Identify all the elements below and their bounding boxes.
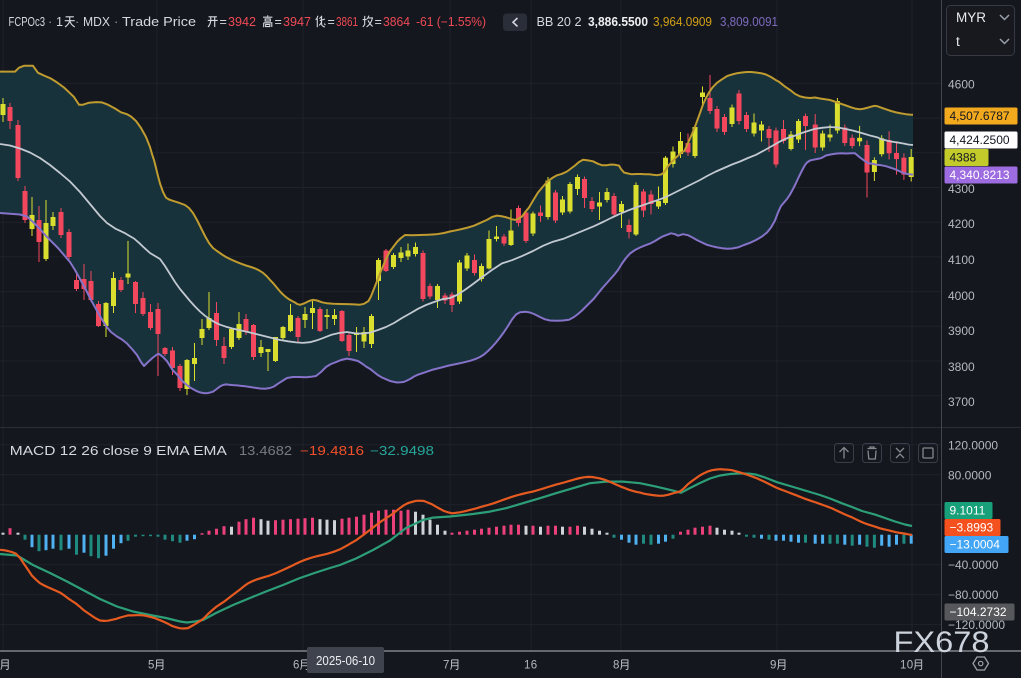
- svg-text:MDX: MDX: [83, 14, 110, 29]
- svg-text:4,340.8213: 4,340.8213: [950, 168, 1010, 182]
- svg-text:·: ·: [48, 14, 52, 29]
- svg-text:=: =: [328, 15, 335, 29]
- svg-text:−80.0000: −80.0000: [948, 588, 999, 602]
- svg-text:MYR: MYR: [956, 10, 986, 25]
- svg-text:3947: 3947: [283, 15, 311, 29]
- svg-text:1: 1: [56, 14, 63, 29]
- svg-text:4,424.2500: 4,424.2500: [950, 133, 1010, 147]
- svg-text:4600: 4600: [948, 78, 975, 92]
- svg-text:4100: 4100: [948, 253, 975, 267]
- svg-text:4,507.6787: 4,507.6787: [950, 109, 1010, 123]
- svg-text:4000: 4000: [948, 289, 975, 303]
- svg-text:−3.8993: −3.8993: [950, 521, 994, 535]
- svg-text:−13.0004: −13.0004: [950, 538, 1001, 552]
- svg-text:1: 1: [900, 660, 906, 672]
- svg-text:Trade Price: Trade Price: [122, 14, 196, 29]
- svg-text:8: 8: [613, 660, 619, 672]
- svg-text:4200: 4200: [948, 217, 975, 231]
- svg-text:=: =: [375, 15, 382, 29]
- svg-text:6: 6: [293, 660, 299, 672]
- svg-text:9: 9: [770, 660, 776, 672]
- svg-text:·: ·: [114, 14, 118, 29]
- svg-text:6: 6: [531, 660, 537, 672]
- svg-text:3,964.0909: 3,964.0909: [653, 14, 712, 29]
- svg-text:13.4682: 13.4682: [239, 444, 292, 458]
- svg-text:=: =: [275, 15, 282, 29]
- svg-text:=: =: [220, 15, 227, 29]
- svg-text:MACD 12 26 close 9 EMA EMA: MACD 12 26 close 9 EMA EMA: [10, 444, 228, 458]
- svg-text:9.1011: 9.1011: [950, 504, 986, 518]
- svg-text:0: 0: [907, 660, 913, 672]
- svg-text:t: t: [956, 34, 960, 49]
- svg-text:80.0000: 80.0000: [948, 469, 992, 483]
- svg-text:3800: 3800: [948, 360, 975, 374]
- svg-text:3900: 3900: [948, 324, 975, 338]
- svg-text:120.0000: 120.0000: [948, 439, 998, 453]
- svg-text:-61 (−1.55%): -61 (−1.55%): [416, 15, 486, 29]
- svg-text:3864: 3864: [383, 15, 410, 29]
- svg-text:4388: 4388: [950, 151, 977, 165]
- svg-text:5: 5: [148, 660, 154, 672]
- svg-text:1: 1: [524, 660, 530, 672]
- svg-text:−104.2732: −104.2732: [950, 605, 1007, 619]
- svg-text:7: 7: [443, 660, 449, 672]
- svg-text:3861: 3861: [336, 15, 358, 29]
- svg-text:FX678: FX678: [894, 626, 990, 659]
- svg-text:−40.0000: −40.0000: [948, 558, 999, 572]
- svg-text:BB 20 2: BB 20 2: [537, 14, 582, 29]
- svg-text:−19.4816: −19.4816: [300, 444, 364, 458]
- svg-text:3,886.5500: 3,886.5500: [588, 14, 648, 29]
- svg-text:4300: 4300: [948, 182, 975, 196]
- svg-text:2025-06-10: 2025-06-10: [316, 654, 375, 668]
- svg-text:−32.9498: −32.9498: [370, 444, 434, 458]
- svg-text:3,809.0091: 3,809.0091: [720, 14, 778, 29]
- svg-text:3942: 3942: [228, 15, 256, 29]
- svg-text:·: ·: [75, 14, 79, 29]
- svg-text:FCPOc3: FCPOc3: [9, 14, 46, 29]
- svg-text:3700: 3700: [948, 395, 975, 409]
